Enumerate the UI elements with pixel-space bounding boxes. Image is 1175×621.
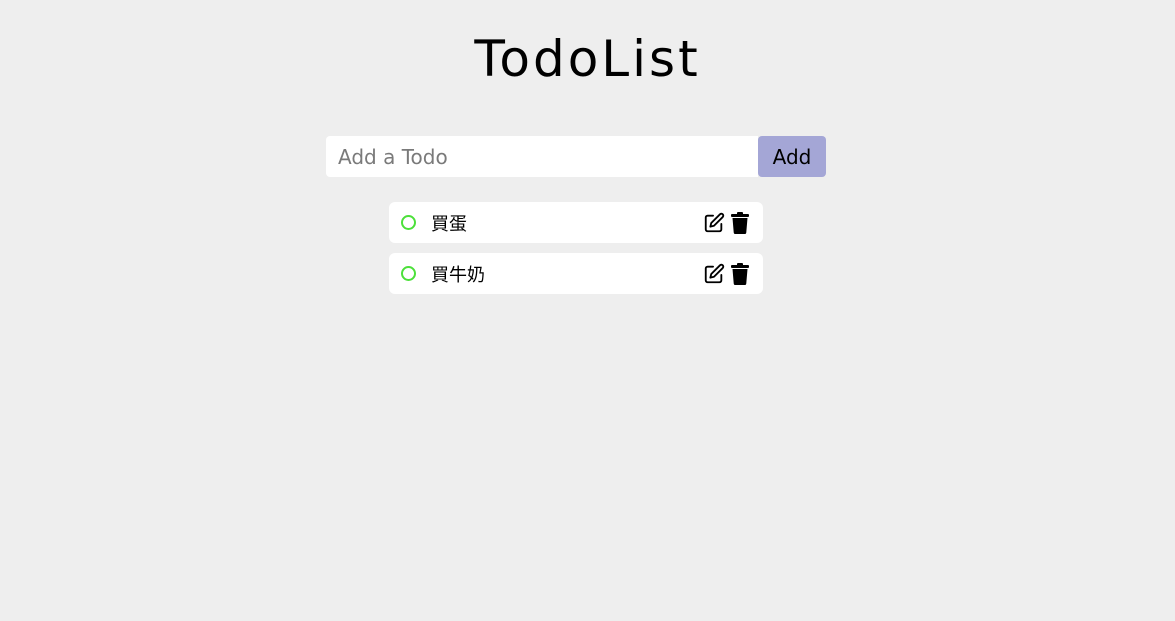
add-todo-form: Add bbox=[326, 136, 826, 177]
edit-icon[interactable] bbox=[703, 262, 725, 286]
add-button[interactable]: Add bbox=[758, 136, 826, 177]
todo-item: 買牛奶 bbox=[389, 253, 763, 294]
todo-item: 買蛋 bbox=[389, 202, 763, 243]
todo-list: 買蛋 買牛奶 bbox=[389, 202, 763, 304]
todo-actions bbox=[703, 262, 751, 286]
edit-icon[interactable] bbox=[703, 211, 725, 235]
todo-actions bbox=[703, 211, 751, 235]
trash-icon[interactable] bbox=[729, 262, 751, 286]
circle-outline-icon[interactable] bbox=[401, 215, 416, 230]
trash-icon[interactable] bbox=[729, 211, 751, 235]
circle-outline-icon[interactable] bbox=[401, 266, 416, 281]
todo-input[interactable] bbox=[326, 136, 758, 177]
todo-text[interactable]: 買牛奶 bbox=[431, 261, 703, 287]
page-title: TodoList bbox=[474, 30, 701, 88]
todo-text[interactable]: 買蛋 bbox=[431, 210, 703, 236]
